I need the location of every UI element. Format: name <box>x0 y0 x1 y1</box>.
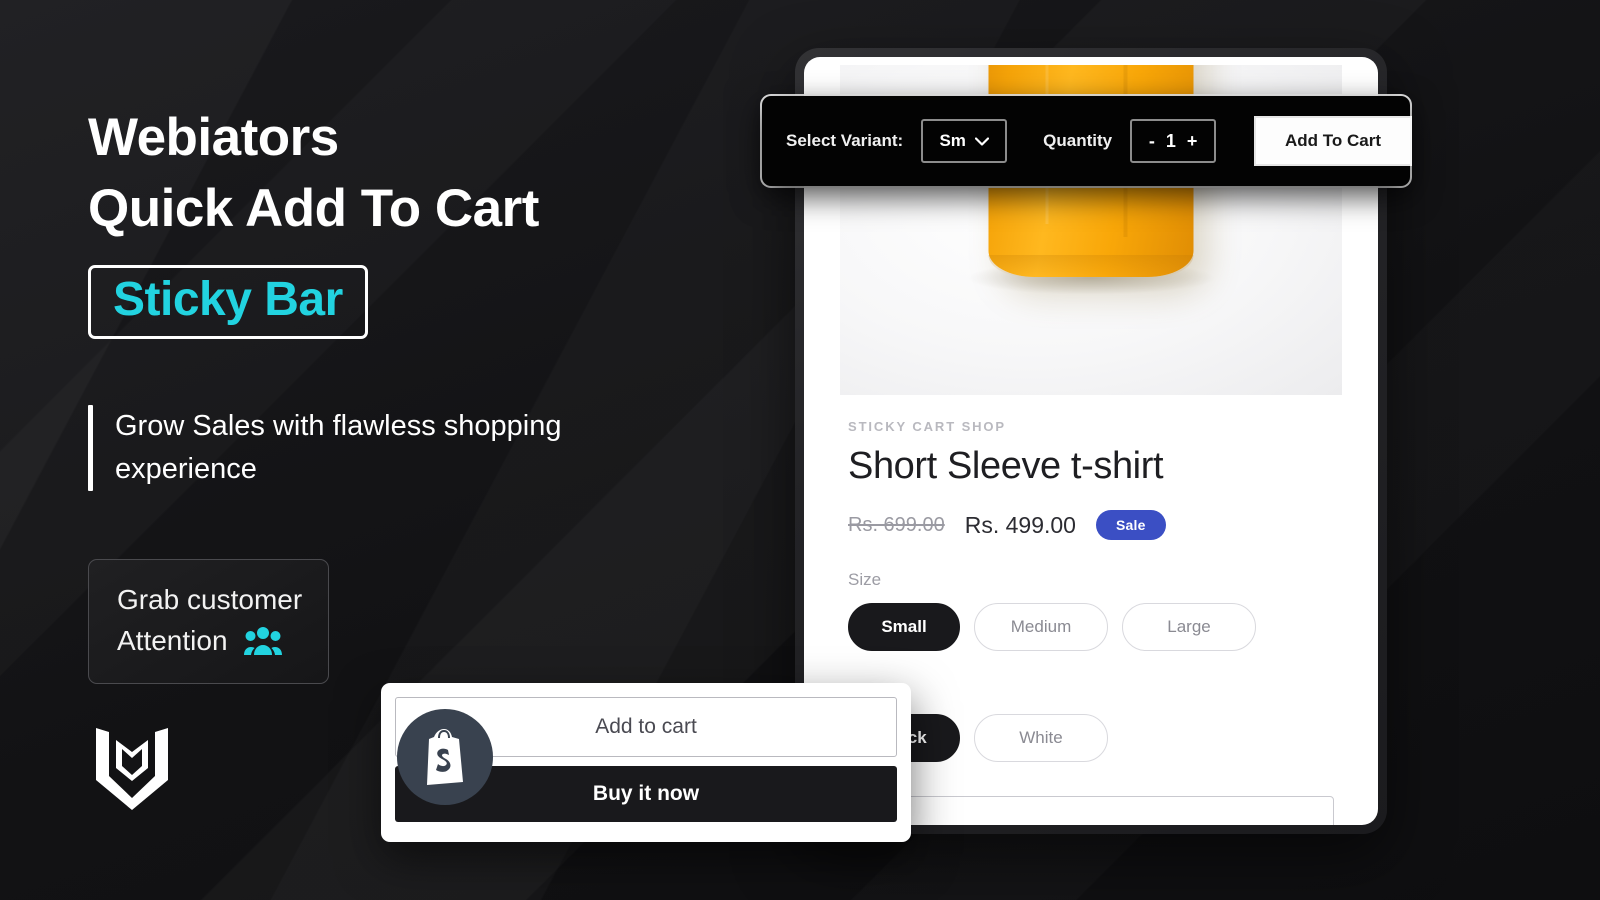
chevron-down-icon <box>974 136 989 146</box>
sticky-bar-highlight-label: Sticky Bar <box>113 272 343 326</box>
quantity-value: 1 <box>1165 130 1176 151</box>
sale-badge: Sale <box>1095 510 1166 540</box>
current-price: Rs. 499.00 <box>964 511 1076 538</box>
product-vendor: STICKY CART SHOP <box>848 419 1007 434</box>
tshirt-hem <box>988 255 1194 277</box>
price-row: Rs. 699.00 Rs. 499.00 Sale <box>848 510 1334 540</box>
people-group-icon <box>243 626 282 656</box>
size-option-large[interactable]: Large <box>1122 603 1256 651</box>
grab-attention-box: Grab customer Attention <box>88 558 330 685</box>
option-label-color: Color <box>848 681 1334 701</box>
compare-at-price: Rs. 699.00 <box>848 513 945 536</box>
subheading-accent-bar <box>88 405 93 491</box>
subheading-text: Grow Sales with flawless shopping experi… <box>115 410 562 486</box>
grab-attention-text-2: Attention <box>117 624 228 656</box>
cart-buttons-overlay-card: Add to cart Buy it now <box>381 683 911 842</box>
product-title: Short Sleeve t-shirt <box>848 445 1164 487</box>
quantity-increment-button[interactable]: + <box>1187 131 1198 152</box>
webiators-w-shield-logo <box>92 718 172 810</box>
option-values-size: Small Medium Large <box>848 603 1334 651</box>
option-label-size: Size <box>848 570 882 589</box>
sticky-add-to-cart-button[interactable]: Add To Cart <box>1256 118 1410 164</box>
sticky-add-to-cart-bar: Select Variant: Sm Quantity - 1 + Add To… <box>762 96 1410 186</box>
select-variant-label: Select Variant: <box>786 131 904 150</box>
option-values-color: Black White <box>848 714 1334 762</box>
quantity-stepper[interactable]: - 1 + <box>1130 119 1217 163</box>
size-option-medium[interactable]: Medium <box>974 603 1108 651</box>
variant-select-value: Sm <box>939 131 966 150</box>
variant-select-dropdown[interactable]: Sm <box>921 119 1008 163</box>
page-title-line-2: Quick Add To Cart <box>88 179 539 239</box>
grab-attention-text-1: Grab customer <box>117 583 303 615</box>
sticky-bar-highlight-badge: Sticky Bar <box>88 264 368 340</box>
page-title-line-1: Webiators <box>88 108 339 167</box>
quantity-decrement-button[interactable]: - <box>1149 131 1155 152</box>
subheading: Grow Sales with flawless shopping experi… <box>88 405 748 491</box>
color-option-white[interactable]: White <box>974 714 1108 762</box>
grab-attention-line-2: Attention <box>117 621 302 662</box>
grab-attention-line-1: Grab customer <box>117 580 302 621</box>
page-add-to-cart-button[interactable] <box>848 796 1334 825</box>
quantity-label: Quantity <box>1043 131 1113 150</box>
size-option-small[interactable]: Small <box>848 603 960 651</box>
shopify-bag-icon <box>397 709 493 805</box>
hero-text-column: Webiators Quick Add To Cart Sticky Bar G… <box>88 108 748 685</box>
